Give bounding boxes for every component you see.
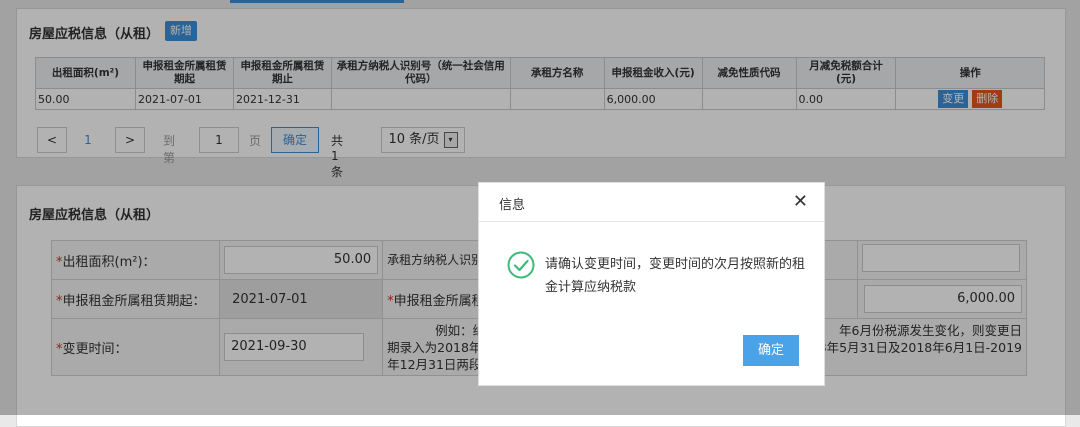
dialog-header: 信息 ✕ [479, 183, 824, 222]
dialog-title: 信息 [499, 198, 526, 213]
confirm-dialog: 信息 ✕ 请确认变更时间，变更时间的次月按照新的租金计算应纳税款 确定 [478, 182, 825, 386]
close-icon[interactable]: ✕ [793, 191, 808, 212]
success-check-icon [507, 251, 535, 279]
dialog-message: 请确认变更时间，变更时间的次月按照新的租金计算应纳税款 [545, 257, 806, 295]
dialog-ok-button[interactable]: 确定 [743, 335, 799, 366]
